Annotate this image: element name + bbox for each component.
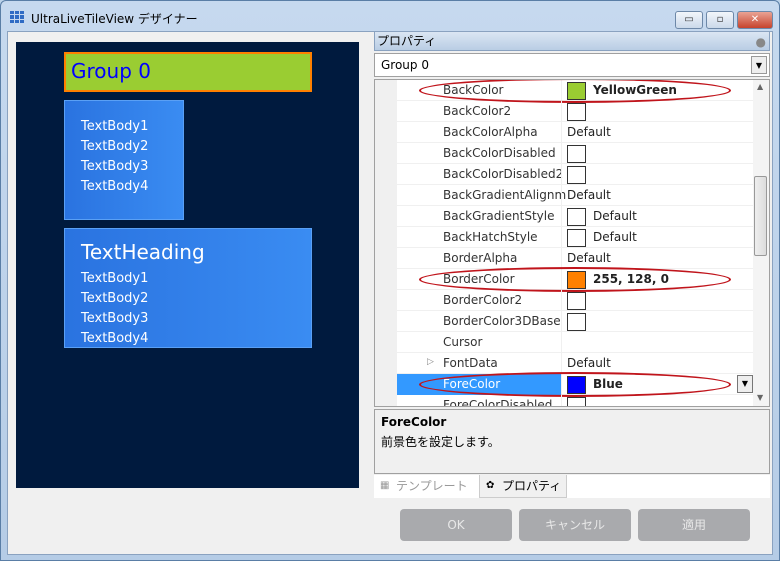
property-value[interactable]: Default	[567, 251, 611, 265]
description-pane: ForeColor 前景色を設定します。	[374, 409, 770, 474]
description-text: 前景色を設定します。	[381, 435, 500, 449]
ok-button[interactable]: OK	[400, 509, 512, 541]
tile-text-body: TextBody4	[81, 331, 149, 346]
property-row[interactable]: BackColorDisabled2	[397, 164, 754, 185]
tile-text-heading: TextHeading	[81, 240, 205, 264]
property-name: BackColorAlpha	[443, 125, 538, 139]
object-selector-value: Group 0	[381, 58, 429, 72]
grid-gutter	[375, 80, 397, 406]
forecolor-dropdown-button[interactable]: ▼	[737, 375, 753, 393]
highlight-ring	[419, 80, 731, 103]
gear-icon: ✿	[486, 480, 495, 491]
tab-properties[interactable]: ✿ プロパティ	[479, 475, 567, 498]
property-row[interactable]: BackGradientStyle Default	[397, 206, 754, 227]
window-title: UltraLiveTileView デザイナー	[31, 12, 198, 26]
chevron-down-icon[interactable]: ▼	[751, 56, 767, 74]
property-value[interactable]: Default	[593, 209, 637, 223]
tile-1[interactable]: TextBody1 TextBody2 TextBody3 TextBody4	[64, 100, 184, 220]
description-title: ForeColor	[381, 415, 447, 429]
color-swatch	[567, 229, 586, 247]
tab-strip: ▦ テンプレート ✿ プロパティ	[374, 475, 770, 498]
vertical-scrollbar[interactable]: ▲ ▼	[753, 80, 769, 406]
property-value[interactable]: Default	[593, 230, 637, 244]
pin-icon[interactable]: ●	[756, 33, 766, 51]
property-name: BackGradientAlignm	[443, 188, 567, 202]
property-name: BorderColor3DBase	[443, 314, 561, 328]
property-row[interactable]: BorderAlpha Default	[397, 248, 754, 269]
group-header[interactable]: Group 0	[64, 52, 312, 92]
property-value[interactable]: Default	[567, 188, 611, 202]
property-name: BackGradientStyle	[443, 209, 555, 223]
color-swatch	[567, 103, 586, 121]
close-button[interactable]: ✕	[737, 11, 773, 29]
properties-header-label: プロパティ	[377, 34, 437, 48]
property-name: Cursor	[443, 335, 483, 349]
property-value[interactable]: Default	[567, 356, 611, 370]
property-name: FontData	[443, 356, 498, 370]
color-swatch	[567, 397, 586, 406]
tile-text-body: TextBody1	[81, 271, 149, 286]
property-row[interactable]: ▷ FontData Default	[397, 353, 754, 374]
maximize-button[interactable]: ▫	[706, 11, 734, 29]
tile-text-body: TextBody2	[81, 291, 149, 306]
property-row[interactable]: ForeColorDisabled	[397, 395, 754, 407]
property-name: BackColorDisabled	[443, 146, 556, 160]
tab-label: テンプレート	[396, 479, 468, 493]
property-name: BorderColor2	[443, 293, 523, 307]
property-row[interactable]: BorderColor2	[397, 290, 754, 311]
tile-text-body: TextBody2	[81, 139, 149, 154]
tile-text-body: TextBody3	[81, 311, 149, 326]
property-row[interactable]: BackColorAlpha Default	[397, 122, 754, 143]
property-value[interactable]: Default	[567, 125, 611, 139]
apply-button[interactable]: 適用	[638, 509, 750, 541]
property-row[interactable]: Cursor	[397, 332, 754, 353]
tab-template[interactable]: ▦ テンプレート	[374, 475, 479, 498]
expand-icon[interactable]: ▷	[427, 357, 434, 367]
tab-label: プロパティ	[502, 479, 562, 493]
app-grid-icon	[10, 11, 24, 23]
cancel-button[interactable]: キャンセル	[519, 509, 631, 541]
property-row[interactable]: BackColor2	[397, 101, 754, 122]
highlight-ring	[419, 372, 731, 397]
tile-text-body: TextBody1	[81, 119, 149, 134]
property-row[interactable]: BackGradientAlignm Default	[397, 185, 754, 206]
tile-text-body: TextBody4	[81, 179, 149, 194]
property-name: BackColorDisabled2	[443, 167, 564, 181]
property-name: BackColor2	[443, 104, 512, 118]
property-row[interactable]: BackHatchStyle Default	[397, 227, 754, 248]
property-grid: BackColor YellowGreen BackColor2 BackColorA…	[374, 79, 770, 407]
tile-2[interactable]: TextHeading TextBody1 TextBody2 TextBody…	[64, 228, 312, 348]
scroll-down-icon[interactable]: ▼	[757, 393, 763, 402]
color-swatch	[567, 166, 586, 184]
color-swatch	[567, 145, 586, 163]
grid-icon: ▦	[380, 480, 390, 491]
property-name: BorderAlpha	[443, 251, 518, 265]
property-row[interactable]: BackColorDisabled	[397, 143, 754, 164]
object-selector[interactable]: Group 0 ▼	[374, 53, 770, 77]
property-row[interactable]: BorderColor3DBase	[397, 311, 754, 332]
property-name: BackHatchStyle	[443, 230, 538, 244]
properties-header: プロパティ ●	[374, 31, 770, 51]
tile-text-body: TextBody3	[81, 159, 149, 174]
color-swatch	[567, 313, 586, 331]
scroll-thumb[interactable]	[754, 176, 767, 256]
color-swatch	[567, 292, 586, 310]
color-swatch	[567, 208, 586, 226]
minimize-button[interactable]: ▭	[675, 11, 703, 29]
property-name: ForeColorDisabled	[443, 398, 553, 407]
scroll-up-icon[interactable]: ▲	[757, 82, 763, 91]
highlight-ring	[419, 267, 731, 292]
